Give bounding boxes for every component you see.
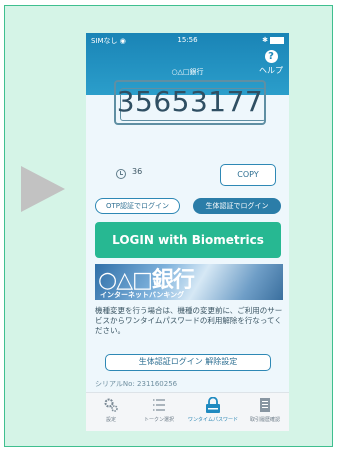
help-icon: ? (264, 50, 278, 63)
status-indicators: ✱ (262, 36, 284, 44)
tab-otp-label: ワンタイムパスワード (188, 417, 238, 423)
login-biometrics-button[interactable]: LOGIN with Biometrics (95, 222, 281, 258)
otp-timer: 36 (132, 167, 143, 176)
tab-history[interactable]: 取引履歴確認 (240, 397, 290, 423)
serial-number: シリアルNo: 231160256 (95, 380, 178, 388)
tab-settings[interactable]: 設定 (86, 397, 136, 423)
status-bar: SIMなし ◉ 15:56 ✱ (86, 36, 289, 48)
tab-settings-label: 設定 (105, 417, 116, 423)
timer-icon (116, 169, 126, 179)
tab-one-time-password[interactable]: ワンタイムパスワード (188, 397, 238, 423)
tab-biometric-login[interactable]: 生体認証でログイン (193, 198, 281, 214)
tab-bar: 設定 トークン選択 ワンタイムパスワード 取引履歴確認 (86, 392, 289, 431)
document-icon (260, 398, 270, 412)
tab-token-select[interactable]: トークン選択 (134, 397, 184, 423)
banner-subtitle: インターネットバンキング (100, 291, 185, 299)
phone-screen: SIMなし ◉ 15:56 ✱ ○△□銀行 ? ヘルプ 35653177 36 … (86, 33, 289, 430)
bank-banner[interactable]: ○△□銀行 インターネットバンキング (95, 264, 283, 300)
tab-history-label: 取引履歴確認 (249, 417, 280, 423)
copy-button[interactable]: COPY (220, 164, 276, 186)
gear-icon (104, 398, 118, 412)
help-button[interactable]: ? ヘルプ (257, 50, 285, 76)
help-label: ヘルプ (259, 66, 283, 75)
battery-icon (270, 36, 284, 44)
bluetooth-icon: ✱ (262, 36, 268, 44)
lock-icon (206, 397, 220, 413)
tab-otp-login[interactable]: OTP認証でログイン (95, 198, 180, 214)
biometric-setting-button[interactable]: 生体認証ログイン 解除設定 (105, 354, 271, 371)
status-time: 15:56 (177, 36, 198, 44)
info-text: 機種変更を行う場合は、機種の変更前に、ご利用のサービスからワンタイムパスワードの… (95, 306, 283, 335)
tab-token-label: トークン選択 (143, 417, 174, 423)
list-icon (153, 399, 165, 411)
otp-code: 35653177 (116, 85, 264, 118)
play-arrow-icon (21, 166, 65, 212)
